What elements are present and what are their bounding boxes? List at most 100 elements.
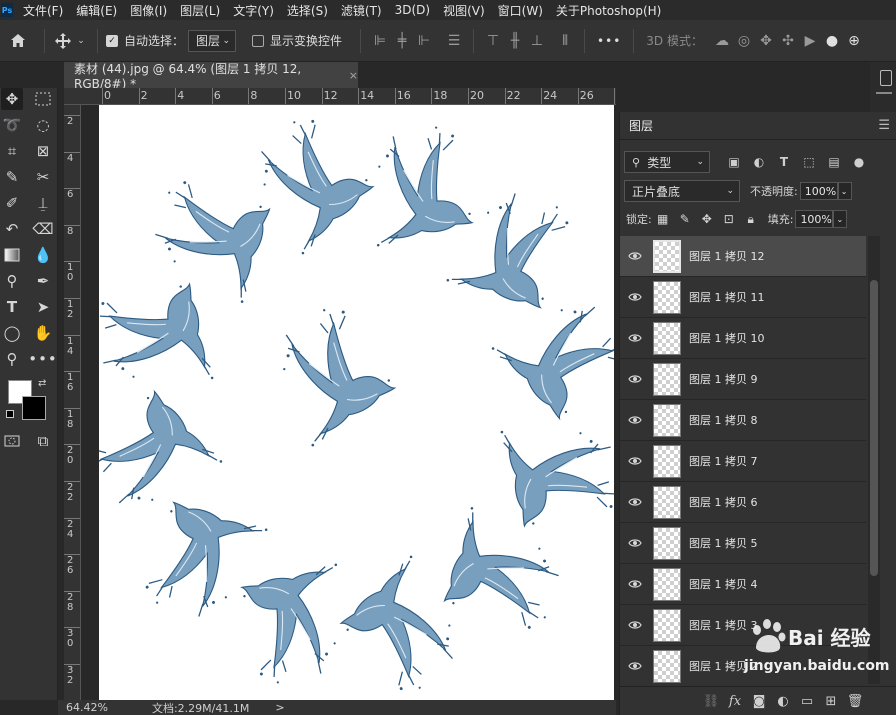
default-colors-icon[interactable] xyxy=(6,410,14,418)
quick-mask-icon[interactable] xyxy=(1,430,23,452)
align-left-icon[interactable]: ⊫ xyxy=(369,33,391,49)
document-canvas[interactable] xyxy=(99,105,614,700)
align-bottom-icon[interactable]: ⊥ xyxy=(526,33,548,49)
align-middle-icon[interactable]: ╫ xyxy=(504,33,526,49)
show-transform-checkbox[interactable] xyxy=(252,34,265,47)
type-filter-icon[interactable]: T xyxy=(774,152,794,172)
fill-input[interactable]: 100% xyxy=(795,210,834,228)
layers-panel-title[interactable]: 图层 xyxy=(629,117,653,134)
layer-name[interactable]: 图层 1 拷贝 12 xyxy=(689,248,765,264)
align-right-icon[interactable]: ⊩ xyxy=(413,33,435,49)
3d-slide-icon[interactable]: ✣ xyxy=(777,33,799,49)
healing-brush-tool[interactable]: ✂ xyxy=(32,166,54,188)
layer-thumbnail[interactable] xyxy=(653,403,681,437)
layer-thumbnail[interactable] xyxy=(653,526,681,560)
visibility-eye-icon[interactable] xyxy=(620,292,650,302)
clone-stamp-tool[interactable]: ⍊ xyxy=(32,192,54,214)
layer-thumbnail[interactable] xyxy=(653,362,681,396)
visibility-eye-icon[interactable] xyxy=(620,456,650,466)
menu-type[interactable]: 文字(Y) xyxy=(233,2,274,19)
eyedropper-tool[interactable]: ✎ xyxy=(1,166,23,188)
smart-object-filter-icon[interactable]: ▤ xyxy=(824,152,844,172)
layer-name[interactable]: 图层 1 拷贝 10 xyxy=(689,330,765,346)
layer-name[interactable]: 图层 1 拷贝 4 xyxy=(689,576,758,592)
visibility-eye-icon[interactable] xyxy=(620,661,650,671)
filter-toggle-icon[interactable]: ● xyxy=(849,152,869,172)
opacity-input[interactable]: 100% xyxy=(799,182,838,200)
hand-tool[interactable]: ✋ xyxy=(32,322,54,344)
layer-thumbnail[interactable] xyxy=(653,321,681,355)
align-center-icon[interactable]: ╪ xyxy=(391,33,413,49)
screen-mode-icon[interactable]: ⧉ xyxy=(32,430,54,452)
menu-help[interactable]: 关于Photoshop(H) xyxy=(556,2,661,19)
visibility-eye-icon[interactable] xyxy=(620,579,650,589)
background-color-swatch[interactable] xyxy=(22,396,46,420)
add-mask-icon[interactable]: ◙ xyxy=(747,694,771,709)
distribute-horizontal-icon[interactable]: ☰ xyxy=(443,33,465,49)
menu-window[interactable]: 窗口(W) xyxy=(498,2,543,19)
menu-view[interactable]: 视图(V) xyxy=(443,2,485,19)
panel-menu-icon[interactable]: ☰ xyxy=(878,118,890,133)
lock-all-icon[interactable]: 🔒︎ xyxy=(740,212,762,227)
layer-row[interactable]: 图层 1 拷贝 5 xyxy=(620,523,866,564)
visibility-eye-icon[interactable] xyxy=(620,538,650,548)
blend-mode-dropdown[interactable]: 正片叠底 ⌄ xyxy=(624,180,740,202)
ellipse-tool[interactable]: ◯ xyxy=(1,322,23,344)
new-adjustment-icon[interactable]: ◐ xyxy=(771,694,795,709)
chevron-down-icon[interactable]: ⌄ xyxy=(73,36,89,46)
opacity-slider-toggle[interactable]: ⌄ xyxy=(837,182,852,200)
layer-name[interactable]: 图层 1 拷贝 8 xyxy=(689,412,758,428)
visibility-eye-icon[interactable] xyxy=(620,415,650,425)
layer-name[interactable]: 图层 1 拷贝 6 xyxy=(689,494,758,510)
filter-kind-dropdown[interactable]: ⚲ 类型 ⌄ xyxy=(624,151,710,173)
user-icon[interactable]: ● xyxy=(821,33,843,49)
gradient-tool[interactable] xyxy=(1,244,23,266)
status-menu-arrow[interactable]: > xyxy=(275,701,284,714)
fill-slider-toggle[interactable]: ⌄ xyxy=(833,210,848,228)
quick-selection-tool[interactable]: ◌ xyxy=(32,114,54,136)
lock-position-icon[interactable]: ✥ xyxy=(696,212,718,226)
close-icon[interactable]: × xyxy=(349,69,358,82)
more-options-button[interactable]: ••• xyxy=(597,34,621,48)
frame-tool[interactable]: ⊠ xyxy=(32,140,54,162)
adjustment-filter-icon[interactable]: ◐ xyxy=(749,152,769,172)
menu-select[interactable]: 选择(S) xyxy=(287,2,328,19)
menu-image[interactable]: 图像(I) xyxy=(130,2,167,19)
new-group-icon[interactable]: ▭ xyxy=(795,694,819,709)
new-layer-icon[interactable]: ⊞ xyxy=(819,694,843,709)
layer-thumbnail[interactable] xyxy=(653,444,681,478)
visibility-eye-icon[interactable] xyxy=(620,251,650,261)
lock-image-icon[interactable]: ✎ xyxy=(674,212,696,226)
layer-name[interactable]: 图层 1 拷贝 7 xyxy=(689,453,758,469)
3d-pan-icon[interactable]: ✥ xyxy=(755,33,777,49)
menu-file[interactable]: 文件(F) xyxy=(23,2,63,19)
pen-tool[interactable]: ✒ xyxy=(32,270,54,292)
layer-thumbnail[interactable] xyxy=(653,280,681,314)
move-tool-icon[interactable] xyxy=(53,32,73,49)
move-tool[interactable]: ✥ xyxy=(1,88,23,110)
menu-3d[interactable]: 3D(D) xyxy=(395,3,430,17)
search-icon[interactable]: ⊕ xyxy=(843,33,865,49)
layer-name[interactable]: 图层 1 拷贝 9 xyxy=(689,371,758,387)
zoom-tool[interactable]: ⚲ xyxy=(1,348,23,370)
lasso-tool[interactable]: ➰ xyxy=(1,114,23,136)
zoom-level[interactable]: 64.42% xyxy=(66,701,108,714)
menu-layer[interactable]: 图层(L) xyxy=(180,2,220,19)
marquee-tool[interactable] xyxy=(32,88,54,110)
blur-tool[interactable]: 💧 xyxy=(32,244,54,266)
shape-filter-icon[interactable]: ⬚ xyxy=(799,152,819,172)
pixel-filter-icon[interactable]: ▣ xyxy=(724,152,744,172)
layer-name[interactable]: 图层 1 拷贝 11 xyxy=(689,289,765,305)
auto-select-dropdown[interactable]: 图层 ⌄ xyxy=(188,29,237,52)
distribute-vertical-icon[interactable]: ⫴ xyxy=(554,33,576,49)
more-tools-icon[interactable]: ••• xyxy=(28,348,57,370)
link-layers-icon[interactable]: ⛓ xyxy=(699,694,723,709)
swap-colors-icon[interactable]: ⇄ xyxy=(38,378,46,389)
history-icon[interactable] xyxy=(880,70,892,86)
layer-row[interactable]: 图层 1 拷贝 8 xyxy=(620,400,866,441)
menu-filter[interactable]: 滤镜(T) xyxy=(341,2,382,19)
layer-row[interactable]: 图层 1 拷贝 7 xyxy=(620,441,866,482)
3d-orbit-icon[interactable]: ☁ xyxy=(711,33,733,49)
3d-roll-icon[interactable]: ◎ xyxy=(733,33,755,49)
document-tab[interactable]: 素材 (44).jpg @ 64.4% (图层 1 拷贝 12, RGB/8#)… xyxy=(64,62,358,91)
